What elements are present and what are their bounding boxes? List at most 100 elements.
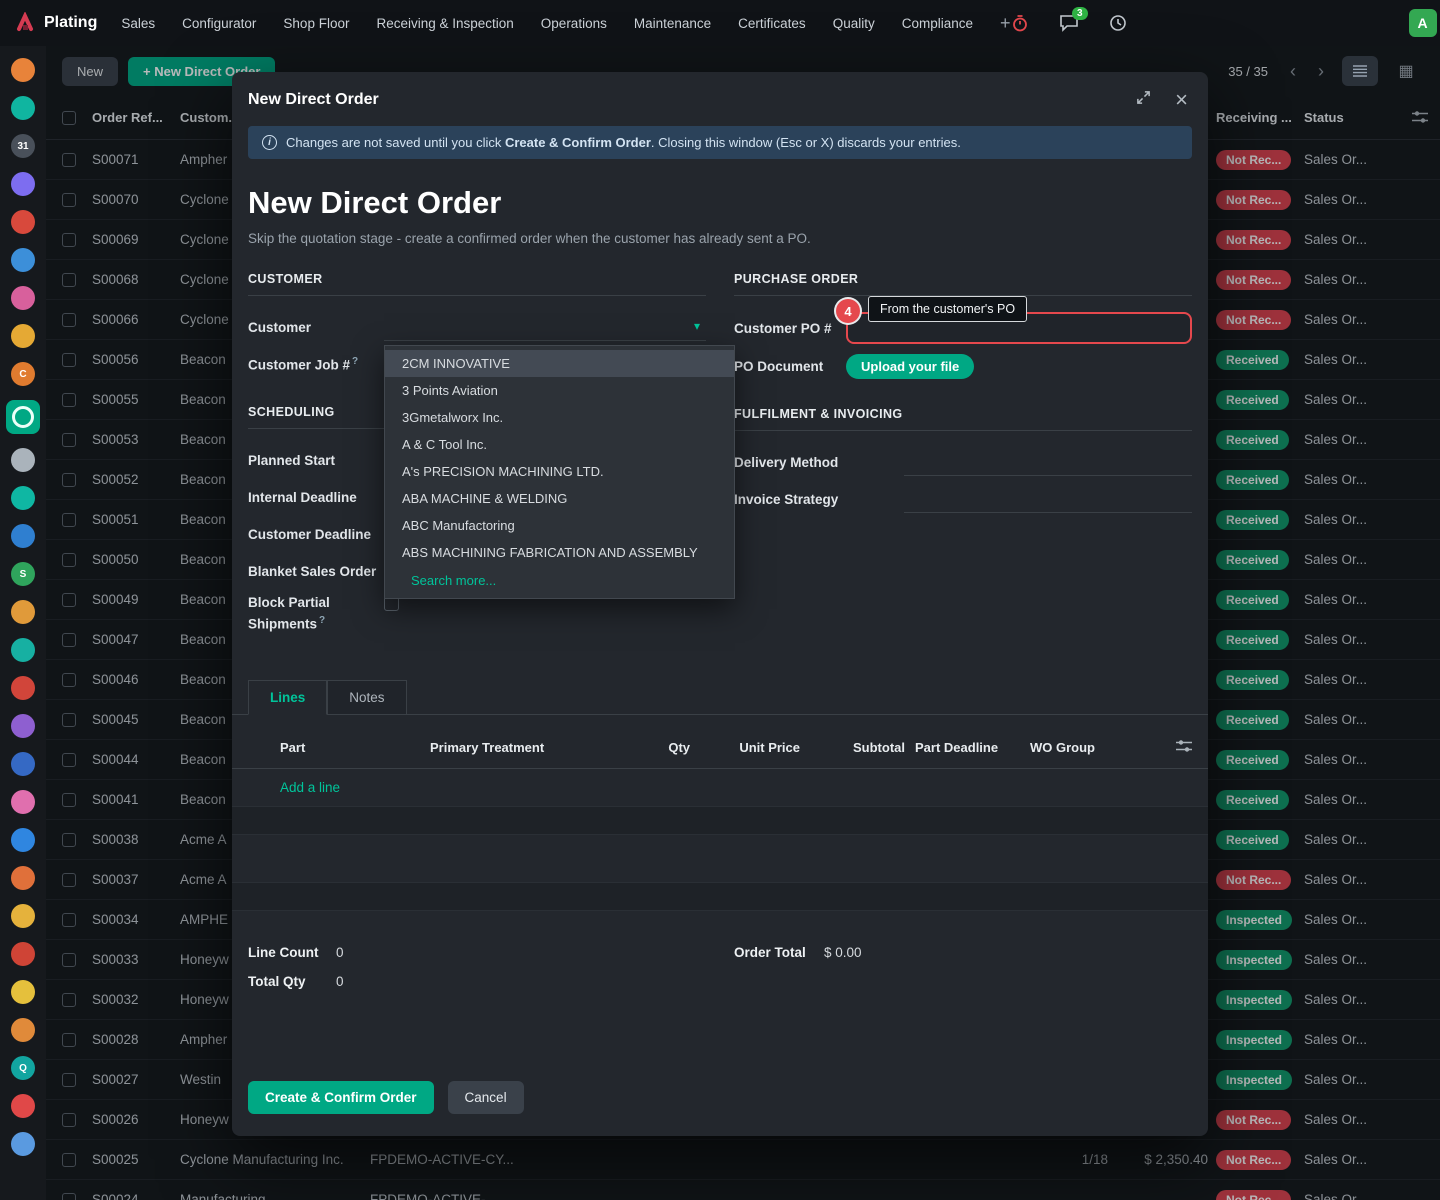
sidebar-app-icon[interactable]	[11, 752, 35, 776]
close-icon[interactable]: ×	[1175, 93, 1188, 107]
dropdown-option[interactable]: ABA MACHINE & WELDING	[385, 485, 734, 512]
sidebar-app-icon[interactable]	[11, 1018, 35, 1042]
order-total-label: Order Total	[734, 945, 824, 960]
sidebar-app-icon[interactable]	[11, 96, 35, 120]
add-a-line-link[interactable]: Add a line	[232, 769, 1208, 807]
nav-menu-item[interactable]: Maintenance	[634, 16, 711, 31]
fulfilment-section-title: FULFILMENT & INVOICING	[734, 407, 1192, 431]
customer-field-row: Customer ▾ 2CM INNOVATIVE3 Points Aviati…	[248, 312, 706, 342]
invoice-strategy-row: Invoice Strategy	[734, 484, 1192, 514]
dropdown-option[interactable]: 3 Points Aviation	[385, 377, 734, 404]
sidebar-app-icon[interactable]	[11, 210, 35, 234]
sidebar-app-icon[interactable]	[11, 58, 35, 82]
user-avatar[interactable]: A	[1409, 9, 1437, 37]
cancel-button[interactable]: Cancel	[448, 1081, 524, 1114]
sidebar-app-icon[interactable]	[11, 324, 35, 348]
customer-job-label: Customer Job #?	[248, 356, 384, 373]
activities-clock-icon[interactable]	[1109, 14, 1127, 32]
sidebar-app-icon[interactable]	[11, 790, 35, 814]
chevron-down-icon[interactable]: ▾	[694, 319, 700, 333]
help-icon[interactable]: ?	[319, 615, 325, 626]
sidebar-app-icon[interactable]: C	[11, 362, 35, 386]
app-brand[interactable]: Plating	[14, 12, 97, 34]
sidebar-app-icon[interactable]	[11, 676, 35, 700]
dropdown-option[interactable]: ABC Manufactoring	[385, 512, 734, 539]
empty-line-row	[232, 883, 1208, 911]
sidebar-app-icon[interactable]	[11, 172, 35, 196]
unsaved-changes-banner: i Changes are not saved until you click …	[248, 126, 1192, 159]
modal-footer: Create & Confirm Order Cancel	[232, 1063, 1208, 1136]
header-unit-price: Unit Price	[700, 740, 810, 755]
create-confirm-order-button[interactable]: Create & Confirm Order	[248, 1081, 434, 1114]
sidebar-app-icon[interactable]	[11, 828, 35, 852]
header-part: Part	[280, 740, 430, 755]
sidebar-app-icon[interactable]	[11, 524, 35, 548]
customer-column: CUSTOMER Customer ▾ 2CM INNOVATIVE3 Poin…	[248, 272, 706, 642]
sidebar-app-icon[interactable]	[11, 600, 35, 624]
expand-icon[interactable]	[1136, 90, 1151, 110]
customer-dropdown: 2CM INNOVATIVE3 Points Aviation3Gmetalwo…	[384, 345, 735, 599]
scheduling-label: Customer Deadline	[248, 527, 384, 542]
sidebar-app-icon[interactable]	[11, 286, 35, 310]
help-icon[interactable]: ?	[352, 356, 358, 367]
chat-icon[interactable]: 3	[1059, 14, 1079, 32]
nav-menu-item[interactable]: Receiving & Inspection	[376, 16, 513, 31]
chat-unread-badge: 3	[1072, 7, 1088, 20]
dropdown-option[interactable]: ABS MACHINING FABRICATION AND ASSEMBLY	[385, 539, 734, 566]
sidebar-app-icon[interactable]	[11, 866, 35, 890]
customer-section-title: CUSTOMER	[248, 272, 706, 296]
summary-right: Order Total$ 0.00	[734, 945, 1192, 1003]
sidebar-app-icon[interactable]	[6, 400, 40, 434]
navbar-systray: 3 A	[1011, 9, 1437, 37]
sidebar-app-icon[interactable]	[11, 1094, 35, 1118]
sidebar-app-icon[interactable]	[11, 980, 35, 1004]
customer-select[interactable]: ▾ 2CM INNOVATIVE3 Points Aviation3Gmetal…	[384, 313, 706, 341]
sidebar-app-icon[interactable]	[11, 448, 35, 472]
nav-menu-item[interactable]: Configurator	[182, 16, 256, 31]
app-title: Plating	[44, 14, 97, 32]
delivery-method-row: Delivery Method	[734, 447, 1192, 477]
dropdown-option[interactable]: A & C Tool Inc.	[385, 431, 734, 458]
sidebar-app-icon[interactable]: Q	[11, 1056, 35, 1080]
scheduling-label: Blanket Sales Order	[248, 564, 384, 579]
scheduling-label: Planned Start	[248, 453, 384, 468]
tab-notes[interactable]: Notes	[327, 680, 406, 715]
search-more-link[interactable]: Search more...	[385, 566, 734, 596]
sidebar-app-icon[interactable]	[11, 904, 35, 928]
order-summary: Line Count0 Total Qty0 Order Total$ 0.00	[232, 911, 1208, 1003]
dropdown-option[interactable]: A's PRECISION MACHINING LTD.	[385, 458, 734, 485]
sidebar-app-icon[interactable]	[11, 714, 35, 738]
po-tooltip: From the customer's PO	[868, 296, 1027, 322]
total-qty-value: 0	[336, 974, 344, 989]
tab-lines[interactable]: Lines	[248, 680, 327, 715]
customer-po-input[interactable]: 4 From the customer's PO	[846, 312, 1192, 344]
sidebar-app-icon[interactable]: 31	[11, 134, 35, 158]
invoice-strategy-input[interactable]	[904, 485, 1192, 513]
header-part-deadline: Part Deadline	[915, 740, 1030, 755]
total-qty-label: Total Qty	[248, 974, 336, 989]
dropdown-option[interactable]: 3Gmetalworx Inc.	[385, 404, 734, 431]
nav-menu-item[interactable]: Sales	[121, 16, 155, 31]
customer-po-label: Customer PO #	[734, 321, 846, 336]
sidebar-app-icon[interactable]	[11, 638, 35, 662]
summary-left: Line Count0 Total Qty0	[248, 945, 706, 1003]
dropdown-option[interactable]: 2CM INNOVATIVE	[385, 350, 734, 377]
sidebar-app-icon[interactable]	[11, 942, 35, 966]
sidebar-app-icon[interactable]: S	[11, 562, 35, 586]
delivery-method-input[interactable]	[904, 448, 1192, 476]
sidebar-app-icon[interactable]	[11, 1132, 35, 1156]
nav-menu-item[interactable]: Shop Floor	[283, 16, 349, 31]
sidebar-app-icon[interactable]	[11, 248, 35, 272]
nav-menu-item[interactable]: Quality	[833, 16, 875, 31]
timesheet-timer-icon[interactable]	[1011, 14, 1029, 32]
nav-menu-item[interactable]: Operations	[541, 16, 607, 31]
upload-file-button[interactable]: Upload your file	[846, 354, 974, 379]
banner-text: Changes are not saved until you click Cr…	[286, 135, 961, 150]
line-columns-settings-icon[interactable]	[1176, 739, 1192, 756]
nav-add-icon[interactable]: +	[1000, 13, 1011, 34]
onboarding-step-badge: 4	[836, 299, 860, 323]
nav-menu-item[interactable]: Certificates	[738, 16, 806, 31]
nav-menu-item[interactable]: Compliance	[902, 16, 973, 31]
sidebar-app-icon[interactable]	[11, 486, 35, 510]
top-navbar: Plating Sales Configurator Shop Floor Recei…	[0, 0, 1440, 46]
